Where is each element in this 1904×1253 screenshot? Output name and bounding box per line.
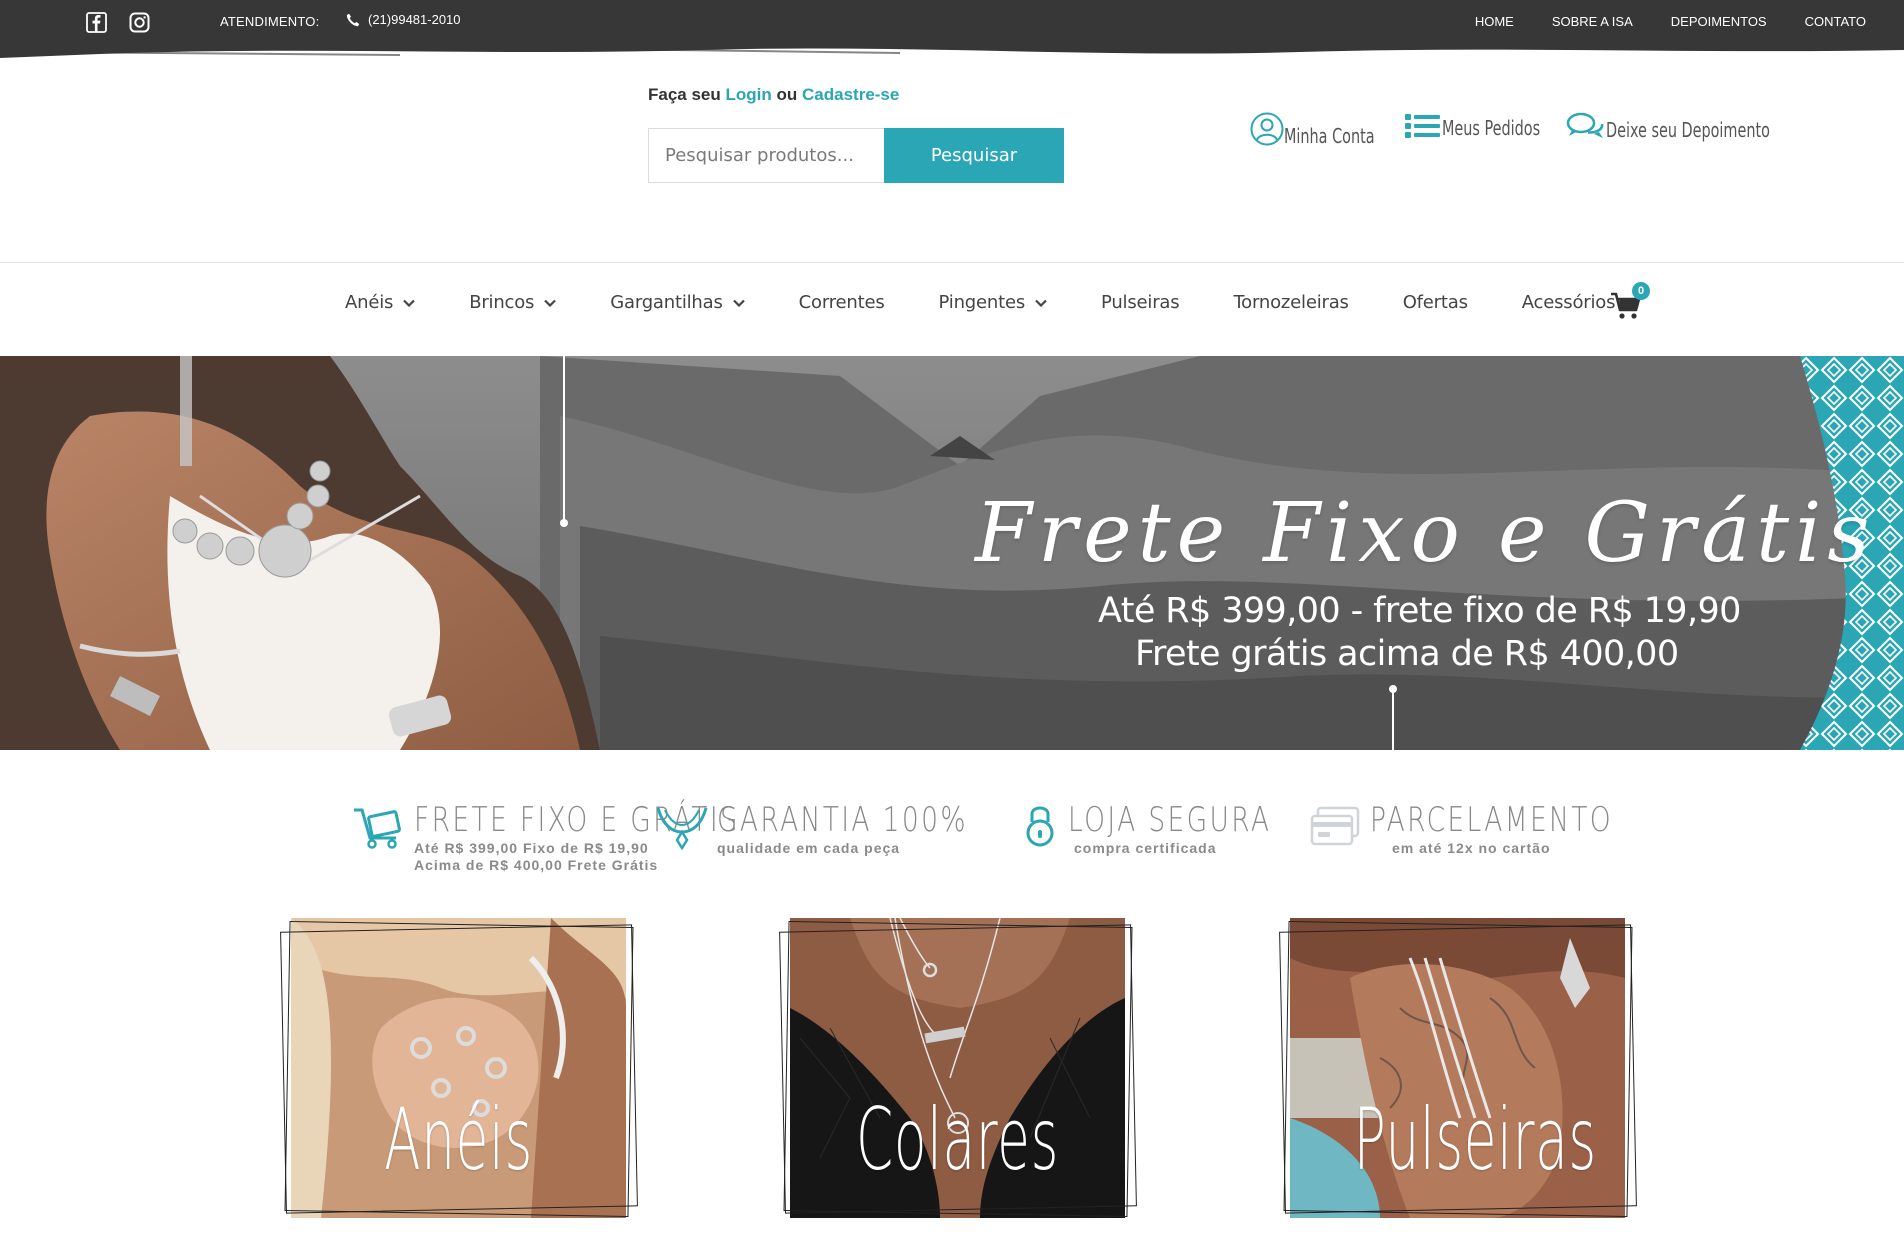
login-link[interactable]: Login bbox=[726, 85, 772, 104]
nav-tornozeleiras[interactable]: Tornozeleiras bbox=[1233, 292, 1348, 313]
my-orders-label: Meus Pedidos bbox=[1442, 116, 1541, 140]
topnav-home[interactable]: HOME bbox=[1475, 14, 1514, 29]
search-input[interactable] bbox=[648, 128, 884, 183]
credit-card-icon bbox=[1310, 806, 1360, 846]
feature-frete-sub2: Acima de R$ 400,00 Frete Grátis bbox=[414, 857, 659, 873]
topnav-sobre[interactable]: SOBRE A ISA bbox=[1552, 14, 1633, 29]
topnav-contato[interactable]: CONTATO bbox=[1805, 14, 1866, 29]
nav-gargantilhas[interactable]: Gargantilhas bbox=[610, 292, 745, 313]
nav-ofertas[interactable]: Ofertas bbox=[1403, 292, 1468, 313]
delivery-cart-icon bbox=[354, 808, 401, 849]
category-label-colares: Colares bbox=[855, 1090, 1060, 1190]
hero-banner[interactable]: Frete Fixo e Grátis Até R$ 399,00 - fret… bbox=[0, 356, 1904, 750]
list-icon bbox=[1405, 114, 1440, 138]
nav-aneis-label: Anéis bbox=[345, 292, 394, 313]
banner-subtitle-1: Até R$ 399,00 - frete fixo de R$ 19,90 bbox=[1098, 591, 1741, 631]
nav-acessorios[interactable]: Acessórios bbox=[1522, 292, 1616, 313]
category-label-aneis: Anéis bbox=[384, 1090, 533, 1190]
register-link[interactable]: Cadastre-se bbox=[802, 85, 899, 104]
feature-loja-title: LOJA SEGURA bbox=[1068, 800, 1272, 840]
category-card-pulseiras[interactable]: Pulseiras bbox=[1279, 918, 1637, 1218]
nav-brincos[interactable]: Brincos bbox=[469, 292, 557, 313]
login-middle: ou bbox=[776, 85, 798, 104]
feature-loja-sub: compra certificada bbox=[1074, 840, 1217, 856]
banner-title: Frete Fixo e Grátis bbox=[975, 486, 1876, 581]
phone-icon bbox=[346, 13, 360, 26]
top-nav: HOME SOBRE A ISA DEPOIMENTOS CONTATO bbox=[1475, 14, 1904, 29]
phone-contact[interactable]: (21)99481-2010 bbox=[346, 12, 461, 27]
nav-pulseiras[interactable]: Pulseiras bbox=[1101, 292, 1180, 313]
phone-number: (21)99481-2010 bbox=[368, 12, 461, 27]
testimonial-label: Deixe seu Depoimento bbox=[1606, 118, 1770, 142]
category-card-colares[interactable]: Colares bbox=[779, 918, 1137, 1218]
user-icon bbox=[1250, 112, 1284, 146]
lock-icon bbox=[1026, 806, 1054, 847]
login-prefix: Faça seu bbox=[648, 85, 721, 104]
nav-correntes[interactable]: Correntes bbox=[799, 292, 885, 313]
feature-parcelamento-title: PARCELAMENTO bbox=[1370, 800, 1613, 840]
chevron-down-icon bbox=[732, 299, 745, 307]
main-nav: Anéis Brincos Gargantilhas Correntes Pin… bbox=[345, 292, 1669, 313]
nav-pulseiras-label: Pulseiras bbox=[1101, 292, 1180, 313]
search-button[interactable]: Pesquisar bbox=[884, 128, 1064, 183]
feature-parcelamento: PARCELAMENTO em até 12x no cartão bbox=[1310, 800, 1682, 857]
feature-garantia: GARANTIA 100% qualidade em cada peça bbox=[655, 800, 1039, 857]
my-orders-link[interactable]: Meus Pedidos bbox=[1404, 112, 1578, 140]
nav-correntes-label: Correntes bbox=[798, 292, 885, 313]
nav-gargantilhas-label: Gargantilhas bbox=[610, 292, 723, 313]
feature-parcelamento-sub: em até 12x no cartão bbox=[1392, 840, 1551, 856]
nav-ofertas-label: Ofertas bbox=[1402, 292, 1468, 313]
category-label-pulseiras: Pulseiras bbox=[1353, 1090, 1597, 1190]
instagram-icon[interactable] bbox=[129, 12, 150, 33]
nav-pingentes[interactable]: Pingentes bbox=[939, 292, 1048, 313]
feature-garantia-sub: qualidade em cada peça bbox=[717, 840, 901, 856]
cart-count-badge: 0 bbox=[1632, 282, 1650, 300]
testimonial-link[interactable]: Deixe seu Depoimento bbox=[1566, 112, 1834, 142]
category-card-aneis[interactable]: Anéis bbox=[280, 918, 638, 1218]
nav-brincos-label: Brincos bbox=[469, 292, 535, 313]
necklace-icon bbox=[656, 807, 708, 850]
my-account-label: Minha Conta bbox=[1284, 124, 1375, 148]
login-prompt: Faça seu Login ou Cadastre-se bbox=[648, 85, 899, 105]
chevron-down-icon bbox=[544, 299, 557, 307]
chevron-down-icon bbox=[403, 299, 415, 307]
my-account-link[interactable]: Minha Conta bbox=[1250, 112, 1410, 148]
nav-aneis[interactable]: Anéis bbox=[345, 292, 415, 313]
header-divider bbox=[0, 262, 1904, 263]
banner-subtitle-2: Frete grátis acima de R$ 400,00 bbox=[1135, 634, 1679, 674]
nav-acessorios-label: Acessórios bbox=[1521, 292, 1616, 313]
chevron-down-icon bbox=[1035, 299, 1047, 307]
facebook-icon[interactable] bbox=[86, 12, 107, 33]
chat-icon bbox=[1566, 112, 1604, 138]
topnav-depoimentos[interactable]: DEPOIMENTOS bbox=[1671, 14, 1767, 29]
topbar-brush-edge bbox=[0, 40, 1904, 58]
atendimento-label: ATENDIMENTO: bbox=[220, 14, 320, 29]
feature-garantia-title: GARANTIA 100% bbox=[717, 800, 968, 840]
feature-loja-segura: LOJA SEGURA compra certificada bbox=[1020, 800, 1329, 857]
nav-tornozeleiras-label: Tornozeleiras bbox=[1233, 292, 1349, 313]
nav-pingentes-label: Pingentes bbox=[938, 292, 1026, 313]
